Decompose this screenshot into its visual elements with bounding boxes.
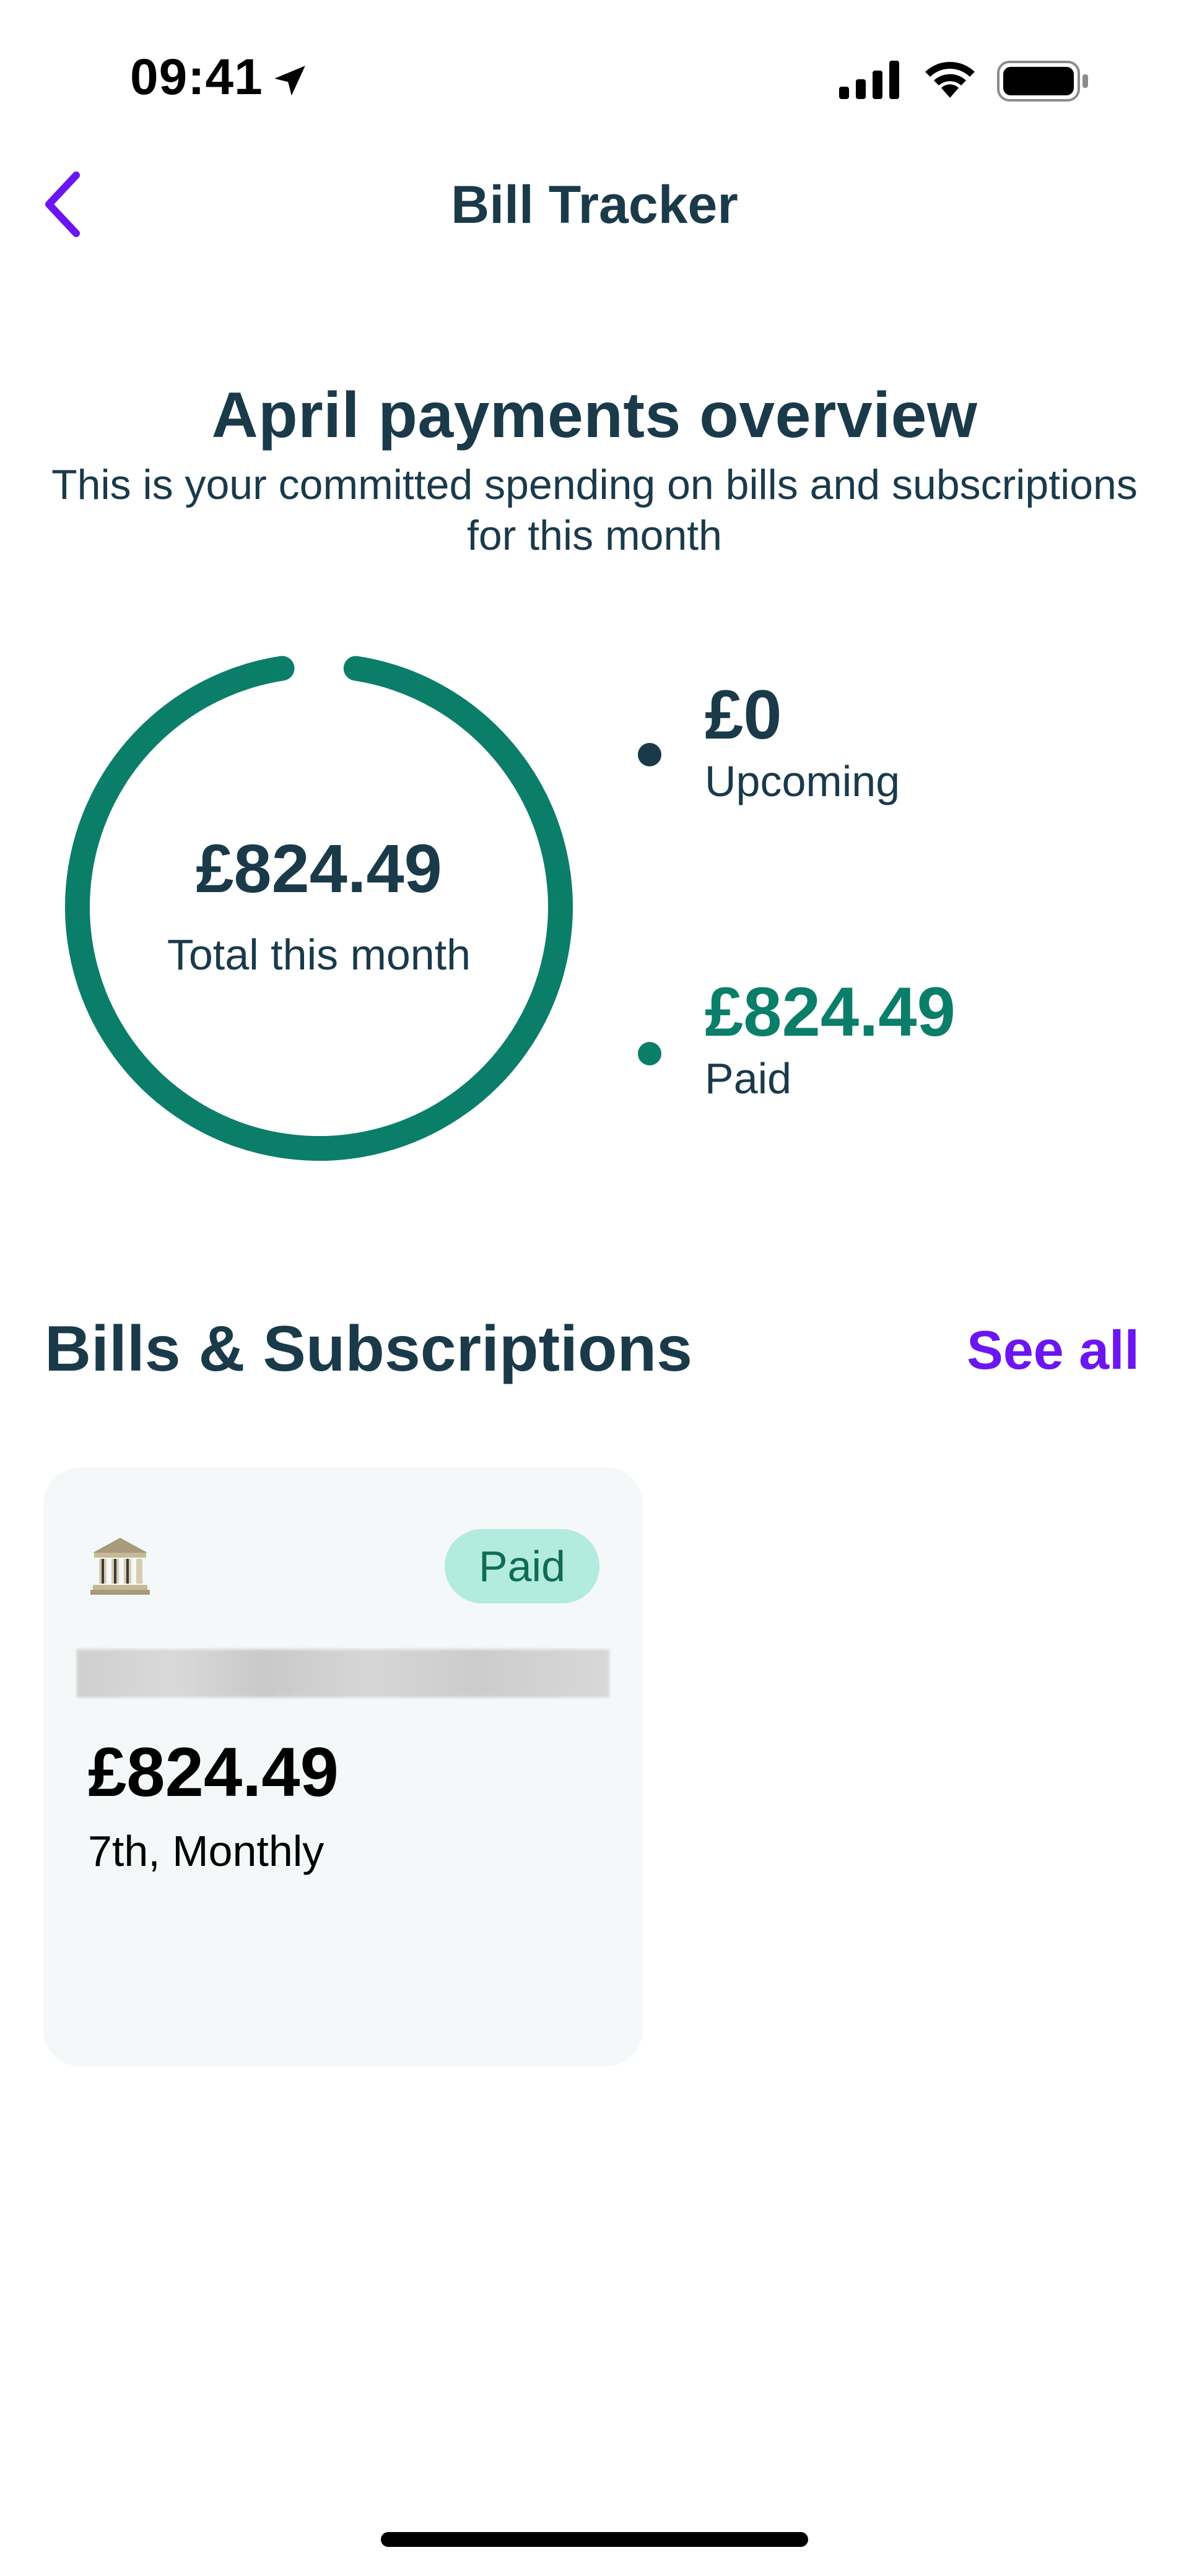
wifi-icon: [925, 62, 975, 98]
bill-amount: £824.49: [88, 1733, 339, 1811]
page-title: Bill Tracker: [451, 175, 738, 235]
overview-title: April payments overview: [211, 379, 978, 451]
redacted-bill-name: [77, 1649, 609, 1698]
status-time: 09:41: [130, 49, 263, 105]
upcoming-legend-dot: [638, 743, 661, 766]
upcoming-amount: £0: [705, 676, 782, 753]
status-bar: 09:41: [0, 0, 1189, 161]
paid-legend-dot: [638, 1042, 661, 1065]
bank-building-icon: [90, 1538, 150, 1595]
upcoming-label: Upcoming: [705, 757, 900, 805]
bills-section-title: Bills & Subscriptions: [45, 1313, 692, 1385]
overview-subtitle-line: for this month: [467, 512, 722, 559]
home-indicator: [381, 2532, 808, 2547]
overview-subtitle-line: This is your committed spending on bills…: [51, 461, 1138, 508]
donut-caption: Total this month: [167, 930, 471, 979]
status-badge: Paid: [445, 1529, 599, 1603]
donut-total-amount: £824.49: [196, 831, 442, 907]
signal-icon: [839, 61, 899, 99]
see-all-link[interactable]: See all: [967, 1319, 1139, 1382]
paid-label: Paid: [705, 1054, 792, 1103]
paid-amount: £824.49: [705, 973, 956, 1051]
bill-card[interactable]: Paid £824.49 7th, Monthly: [43, 1467, 643, 2066]
bill-schedule: 7th, Monthly: [88, 1827, 324, 1875]
overview-subtitle: This is your committed spending on bills…: [0, 459, 1189, 561]
location-arrow-icon: [274, 66, 305, 96]
battery-icon: [997, 61, 1088, 102]
